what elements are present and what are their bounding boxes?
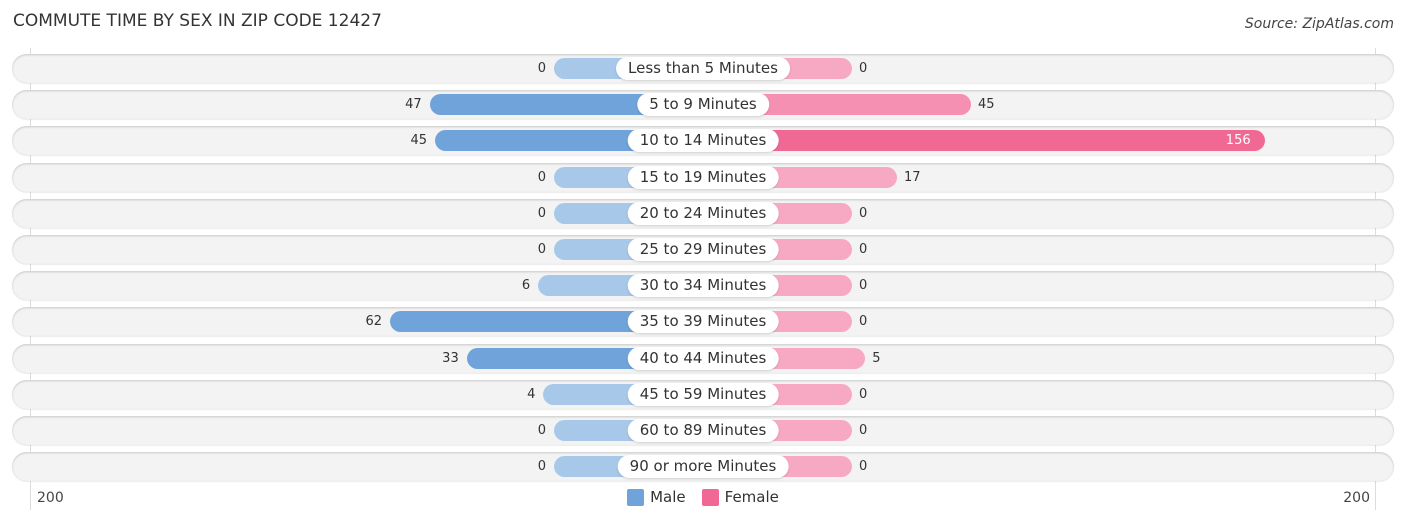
value-label-male: 0 xyxy=(537,459,546,474)
category-label: 60 to 89 Minutes xyxy=(627,419,779,442)
value-label-female: 0 xyxy=(859,278,868,293)
category-label: 20 to 24 Minutes xyxy=(627,202,779,225)
value-label-male: 47 xyxy=(405,97,422,112)
legend-label-female: Female xyxy=(724,488,779,506)
value-label-female: 0 xyxy=(859,61,868,76)
value-label-female: 45 xyxy=(978,97,995,112)
category-label: 40 to 44 Minutes xyxy=(627,347,779,370)
value-label-female: 0 xyxy=(859,206,868,221)
category-label: 25 to 29 Minutes xyxy=(627,238,779,261)
value-label-male: 4 xyxy=(527,387,536,402)
value-label-male: 33 xyxy=(442,351,459,366)
legend-swatch-male xyxy=(627,488,645,506)
category-label: 30 to 34 Minutes xyxy=(627,274,779,297)
value-label-male: 0 xyxy=(537,242,546,257)
value-label-female: 0 xyxy=(859,242,868,257)
value-label-male: 0 xyxy=(537,206,546,221)
chart-title: COMMUTE TIME BY SEX IN ZIP CODE 12427 xyxy=(13,11,382,31)
legend: Male Female xyxy=(0,488,1406,506)
value-label-female: 17 xyxy=(903,170,921,185)
category-label: 90 or more Minutes xyxy=(617,455,789,478)
category-label: Less than 5 Minutes xyxy=(616,57,790,80)
category-label: 10 to 14 Minutes xyxy=(627,129,779,152)
bar-female xyxy=(703,130,1265,151)
value-label-male: 62 xyxy=(365,314,383,329)
category-label: 45 to 59 Minutes xyxy=(627,383,779,406)
category-label: 35 to 39 Minutes xyxy=(627,310,779,333)
category-label: 15 to 19 Minutes xyxy=(627,166,779,189)
value-label-male: 0 xyxy=(537,170,546,185)
value-label-male: 0 xyxy=(537,423,546,438)
value-label-female: 0 xyxy=(859,459,868,474)
value-label-female: 5 xyxy=(872,351,881,366)
source-label: Source: ZipAtlas.com xyxy=(1244,16,1394,32)
value-label-female: 0 xyxy=(859,423,868,438)
value-label-female: 0 xyxy=(859,314,868,329)
value-label-female: 156 xyxy=(1225,133,1251,148)
category-label: 5 to 9 Minutes xyxy=(637,93,769,116)
value-label-male: 0 xyxy=(537,61,546,76)
legend-item-female: Female xyxy=(701,488,779,506)
value-label-male: 6 xyxy=(521,278,531,293)
value-label-male: 45 xyxy=(410,133,427,148)
legend-swatch-female xyxy=(701,488,719,506)
value-label-female: 0 xyxy=(859,387,868,402)
legend-item-male: Male xyxy=(627,488,686,506)
legend-label-male: Male xyxy=(650,488,686,506)
